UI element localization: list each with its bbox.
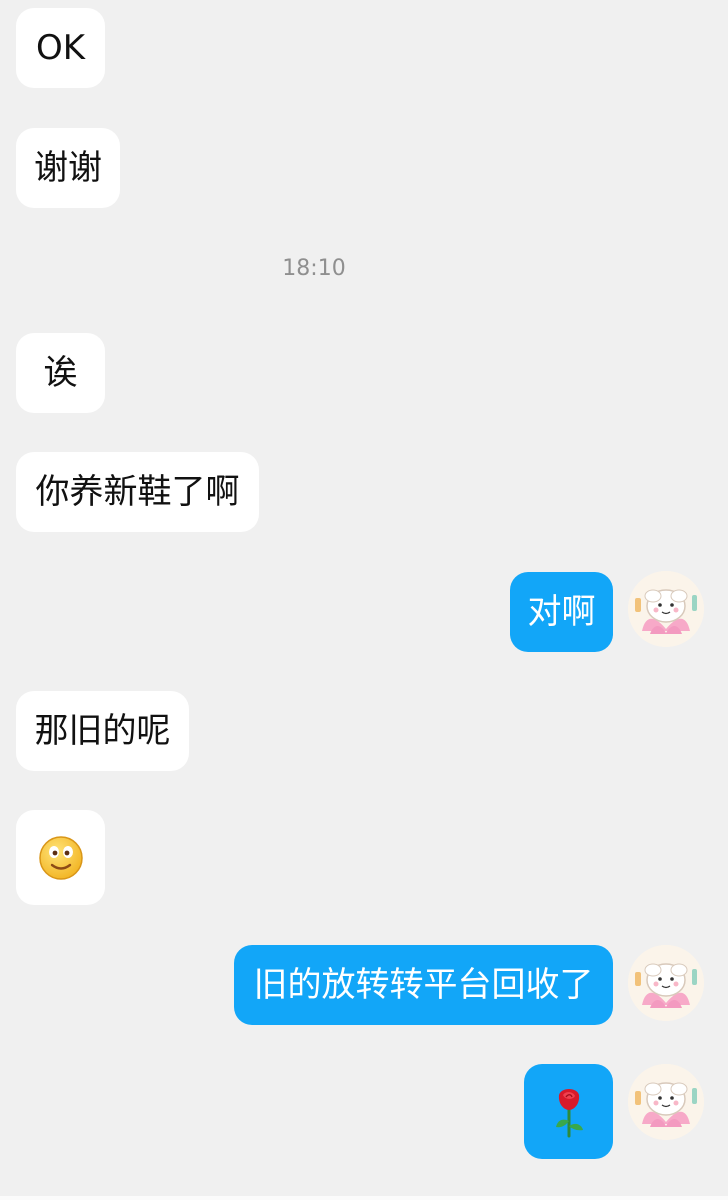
sheep-lotus-avatar-icon	[628, 1064, 704, 1140]
rose-emoji-icon	[555, 1088, 583, 1137]
incoming-message-hey[interactable]: 诶	[16, 333, 105, 413]
incoming-message-thanks[interactable]: 谢谢	[16, 128, 120, 208]
message-text: 对啊	[527, 592, 596, 632]
avatar[interactable]	[628, 1064, 704, 1140]
incoming-message-emoji[interactable]	[16, 810, 105, 905]
chat-timestamp: 18:10	[282, 256, 346, 281]
message-text: 旧的放转转平台回收了	[253, 965, 594, 1005]
sheep-lotus-avatar-icon	[628, 571, 704, 647]
message-text: 诶	[43, 353, 78, 393]
avatar[interactable]	[628, 945, 704, 1021]
message-text: 那旧的呢	[34, 711, 171, 751]
message-text: OK	[35, 28, 86, 68]
incoming-message-ok[interactable]: OK	[16, 8, 105, 88]
avatar[interactable]	[628, 571, 704, 647]
message-text: 谢谢	[34, 148, 102, 188]
incoming-message-old-ones[interactable]: 那旧的呢	[16, 691, 189, 771]
incoming-message-new-shoes[interactable]: 你养新鞋了啊	[16, 452, 259, 532]
message-text: 你养新鞋了啊	[35, 472, 240, 512]
bottom-divider	[0, 1196, 728, 1200]
outgoing-message-yes[interactable]: 对啊	[510, 572, 613, 652]
smile-emoji-icon	[38, 835, 83, 880]
outgoing-message-emoji[interactable]	[524, 1064, 613, 1159]
outgoing-message-recycled[interactable]: 旧的放转转平台回收了	[234, 945, 613, 1025]
sheep-lotus-avatar-icon	[628, 945, 704, 1021]
